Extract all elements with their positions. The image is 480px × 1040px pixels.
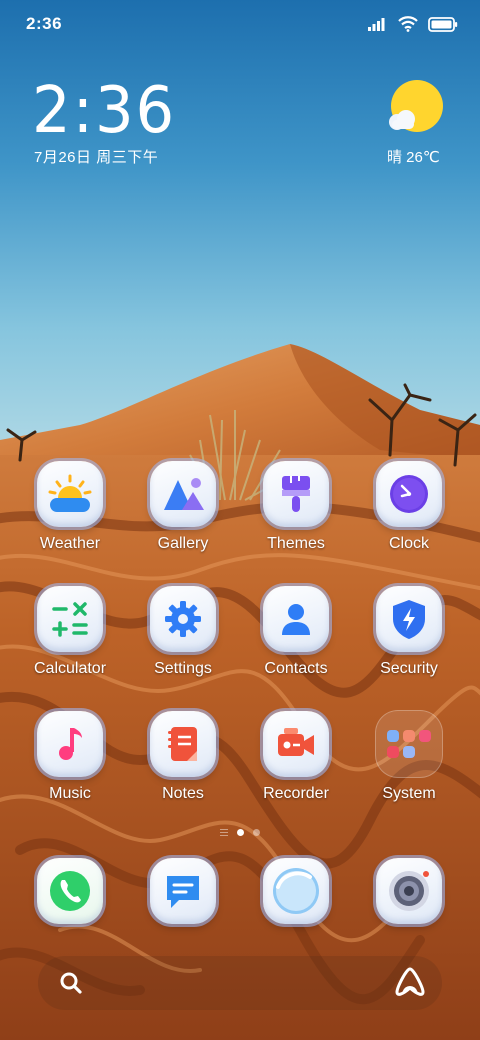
- status-bar-icons: [368, 14, 458, 34]
- messages-icon: [150, 858, 216, 924]
- app-gallery[interactable]: Gallery: [128, 461, 238, 553]
- app-notes[interactable]: Notes: [128, 711, 238, 803]
- app-label: Weather: [39, 535, 101, 552]
- music-note-icon: [37, 711, 103, 777]
- page-dot-active: [237, 829, 244, 836]
- search-bar[interactable]: [38, 956, 442, 1010]
- assistant-icon[interactable]: [392, 966, 428, 998]
- app-label: Themes: [267, 535, 325, 552]
- weather-icon: [37, 461, 103, 527]
- clock-widget-date: 7月26日 周三下午: [34, 149, 159, 166]
- app-recorder[interactable]: Recorder: [241, 711, 351, 803]
- app-contacts[interactable]: Contacts: [241, 586, 351, 678]
- dock-messages[interactable]: [128, 858, 238, 924]
- feed-page-indicator: [220, 829, 228, 836]
- app-label: Calculator: [33, 660, 107, 677]
- app-calculator[interactable]: Calculator: [15, 586, 125, 678]
- themes-brush-icon: [263, 461, 329, 527]
- dock-phone[interactable]: [15, 858, 125, 924]
- calculator-icon: [37, 586, 103, 652]
- browser-icon: [263, 858, 329, 924]
- status-bar-time: 2:36: [26, 14, 63, 33]
- battery-icon: [428, 16, 458, 32]
- app-label: Security: [380, 660, 438, 677]
- page-indicator[interactable]: [0, 829, 480, 836]
- clock-widget-time[interactable]: 2:36: [32, 74, 176, 148]
- folder-icon: [376, 711, 442, 777]
- gear-icon: [150, 586, 216, 652]
- shield-icon: [376, 586, 442, 652]
- app-label: Notes: [162, 785, 204, 802]
- app-label: Music: [49, 785, 91, 802]
- phone-icon: [37, 858, 103, 924]
- sunny-weather-icon[interactable]: [384, 80, 446, 140]
- app-label: Contacts: [264, 660, 328, 677]
- recorder-camera-icon: [263, 711, 329, 777]
- app-system-folder[interactable]: System: [354, 711, 464, 803]
- notes-icon: [150, 711, 216, 777]
- search-icon[interactable]: [58, 970, 84, 996]
- app-label: Clock: [388, 535, 429, 552]
- app-label: Gallery: [157, 535, 209, 552]
- weather-widget-text: 晴 26℃: [387, 149, 440, 166]
- signal-icon: [368, 18, 385, 31]
- app-label: Recorder: [263, 785, 329, 802]
- dock-camera[interactable]: [354, 858, 464, 924]
- app-security[interactable]: Security: [354, 586, 464, 678]
- app-themes[interactable]: Themes: [241, 461, 351, 553]
- app-music[interactable]: Music: [15, 711, 125, 803]
- page-dot: [253, 829, 260, 836]
- app-settings[interactable]: Settings: [128, 586, 238, 678]
- dock-browser[interactable]: [241, 858, 351, 924]
- app-clock[interactable]: Clock: [354, 461, 464, 553]
- contact-person-icon: [263, 586, 329, 652]
- app-label: System: [382, 785, 436, 802]
- camera-icon: [376, 858, 442, 924]
- wifi-icon: [398, 16, 418, 32]
- clock-icon: [376, 461, 442, 527]
- app-weather[interactable]: Weather: [15, 461, 125, 553]
- app-label: Settings: [154, 660, 212, 677]
- gallery-icon: [150, 461, 216, 527]
